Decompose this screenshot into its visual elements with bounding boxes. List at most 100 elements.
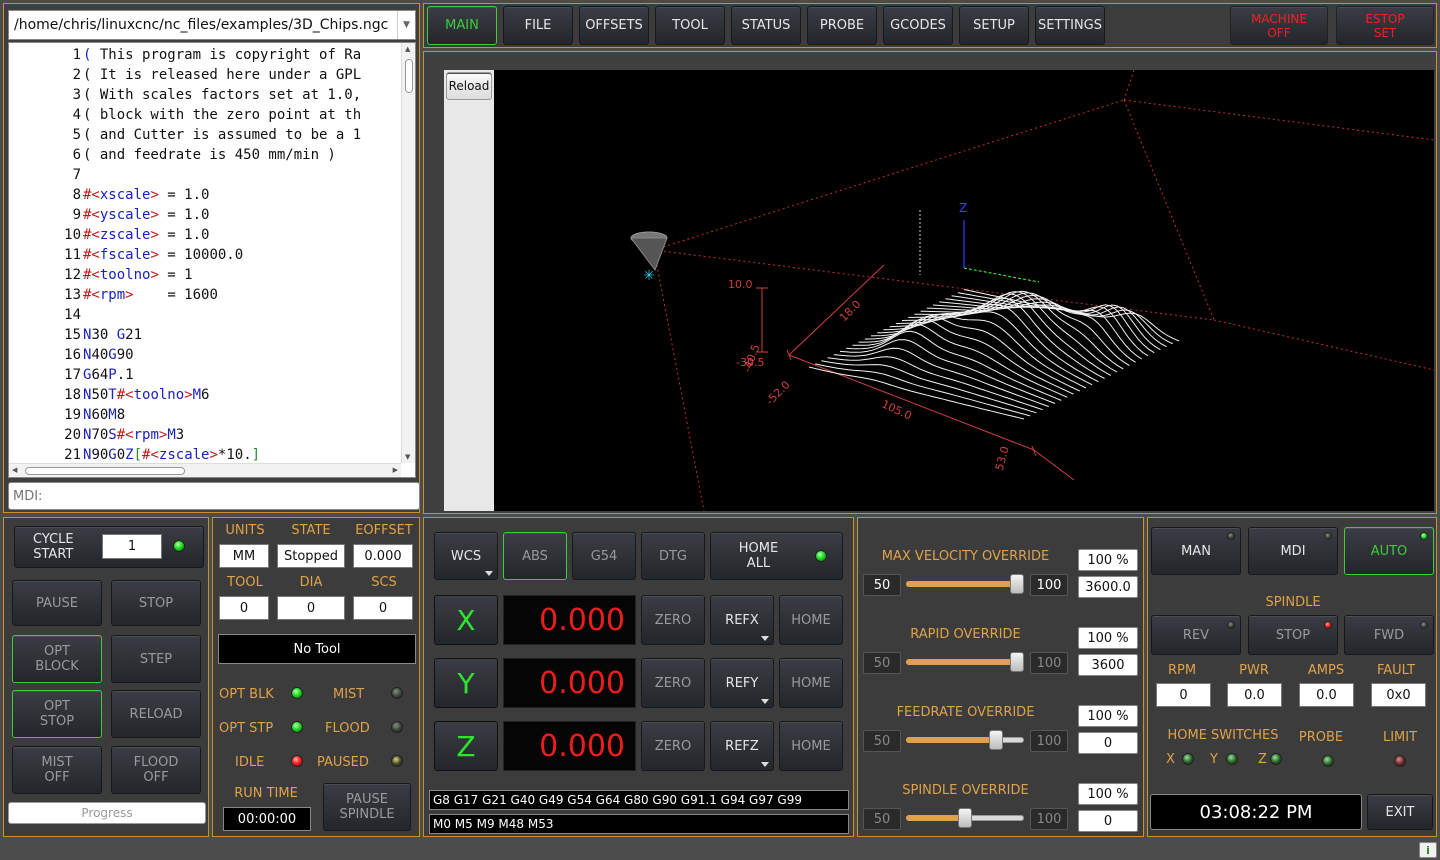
probe-led — [1322, 755, 1334, 767]
code-token: 90 — [116, 347, 134, 363]
code-token: ( With scales factors set at 1.0, — [83, 87, 362, 103]
paused-label: PAUSED — [317, 755, 369, 770]
dtg-button[interactable]: DTG — [641, 532, 705, 580]
opt-stop-button[interactable]: OPT STOP — [12, 690, 102, 738]
rapid-slider-knob[interactable] — [1010, 652, 1024, 672]
ref-y-button[interactable]: REFY — [710, 658, 774, 708]
ref-z-label: REFZ — [725, 738, 759, 754]
estop-button[interactable]: ESTOP SET — [1336, 6, 1434, 45]
max-velocity-max[interactable]: 100 — [1030, 574, 1068, 596]
zero-x-button[interactable]: ZERO — [641, 595, 705, 645]
home-y-button[interactable]: HOME — [779, 658, 843, 708]
max-velocity-percent: 100 % — [1078, 549, 1138, 571]
zero-z-button[interactable]: ZERO — [641, 721, 705, 771]
code-line: #<yscale> = 1.0 — [83, 205, 209, 225]
tab-gcodes[interactable]: GCODES — [883, 6, 953, 45]
mist-off-button[interactable]: MIST OFF — [12, 746, 102, 794]
line-number: 15 — [64, 327, 81, 343]
toolpath-pass — [914, 292, 1130, 367]
wcs-button[interactable]: WCS — [434, 532, 498, 580]
pause-spindle-button[interactable]: PAUSE SPINDLE — [323, 783, 411, 831]
pause-button[interactable]: PAUSE — [12, 580, 102, 626]
spindle-max[interactable]: 100 — [1030, 808, 1068, 830]
arrow-right-icon[interactable]: ▶ — [393, 466, 398, 474]
scroll-thumb[interactable] — [405, 59, 413, 93]
code-token: #< — [83, 227, 100, 243]
h-scroll-thumb[interactable] — [25, 467, 185, 475]
code-token: M — [192, 387, 202, 403]
max-velocity-slider-knob[interactable] — [1010, 574, 1024, 594]
home-x-button[interactable]: HOME — [779, 595, 843, 645]
tab-offsets[interactable]: OFFSETS — [579, 6, 649, 45]
abs-button[interactable]: ABS — [503, 532, 567, 580]
cycle-count-field[interactable]: 1 — [102, 534, 162, 559]
code-token: ( and feedrate is 450 mm/min ) — [83, 147, 336, 163]
axis-z-label[interactable]: Z — [434, 721, 498, 771]
gcode-editor[interactable]: 1( This program is copyright of Ra 2( It … — [8, 42, 416, 478]
stop-button[interactable]: STOP — [111, 580, 201, 626]
ref-y-label: REFY — [725, 675, 759, 691]
tab-settings[interactable]: SETTINGS — [1035, 6, 1105, 45]
arrow-down-icon[interactable]: ▼ — [405, 453, 410, 461]
exit-button[interactable]: EXIT — [1367, 794, 1433, 830]
arrow-left-icon[interactable]: ◀ — [12, 466, 17, 474]
reload-button[interactable]: RELOAD — [111, 690, 201, 738]
info-icon[interactable]: i — [1419, 842, 1437, 858]
step-button[interactable]: STEP — [111, 635, 201, 683]
horizontal-scrollbar[interactable]: ◀ ▶ — [9, 463, 401, 477]
code-line: N50T#<toolno>M6 — [83, 385, 209, 405]
clock: 03:08:22 PM — [1150, 794, 1362, 830]
reload-view-button[interactable]: Reload — [446, 72, 492, 100]
run-time-value: 00:00:00 — [223, 807, 311, 831]
opt-block-button[interactable]: OPT BLOCK — [12, 635, 102, 683]
tab-main[interactable]: MAIN — [427, 6, 497, 45]
man-led — [1227, 532, 1235, 540]
eoffset-label: EOFFSET — [355, 523, 413, 538]
code-token: 60 — [91, 407, 109, 423]
tab-probe[interactable]: PROBE — [807, 6, 877, 45]
dro-x-value: 0.000 — [503, 595, 636, 645]
tab-status[interactable]: STATUS — [731, 6, 801, 45]
spindle-min[interactable]: 50 — [863, 808, 901, 830]
code-line: ( and Cutter is assumed to be a 1 — [83, 125, 361, 145]
max-velocity-min[interactable]: 50 — [863, 574, 901, 596]
g54-button[interactable]: G54 — [572, 532, 636, 580]
code-token: rpm — [133, 427, 159, 443]
dimension-labels: 10.0 -40.5 -30.5 -52.0 105.0 53.0 18.0 — [728, 278, 1012, 472]
toolpath-canvas[interactable]: 10.0 -40.5 -30.5 -52.0 105.0 53.0 18.0 Z… — [494, 70, 1434, 511]
tab-tool[interactable]: TOOL — [655, 6, 725, 45]
code-token: 21 — [125, 327, 143, 343]
spindle-slider-knob[interactable] — [958, 808, 972, 828]
file-selector[interactable]: /home/chris/linuxcnc/nc_files/examples/3… — [8, 10, 416, 40]
probe-label: PROBE — [1298, 730, 1344, 745]
vertical-scrollbar[interactable]: ▲ ▼ — [401, 43, 415, 463]
home-z-button[interactable]: HOME — [779, 721, 843, 771]
spindle-slider-fill — [906, 815, 965, 821]
ref-z-button[interactable]: REFZ — [710, 721, 774, 771]
zero-y-button[interactable]: ZERO — [641, 658, 705, 708]
fault-label: FAULT — [1376, 663, 1416, 678]
rapid-min[interactable]: 50 — [863, 652, 901, 674]
feedrate-min[interactable]: 50 — [863, 730, 901, 752]
axis-y-label[interactable]: Y — [434, 658, 498, 708]
state-value: Stopped — [277, 544, 345, 568]
arrow-up-icon[interactable]: ▲ — [405, 45, 410, 53]
rapid-max[interactable]: 100 — [1030, 652, 1068, 674]
machine-off-button[interactable]: MACHINE OFF — [1230, 6, 1328, 45]
opt-blk-label: OPT BLK — [219, 687, 274, 702]
ref-x-button[interactable]: REFX — [710, 595, 774, 645]
code-token: This program is copyright of Ra — [91, 47, 362, 63]
tab-file[interactable]: FILE — [503, 6, 573, 45]
line-number: 13 — [64, 287, 81, 303]
tool-value: 0 — [219, 596, 269, 620]
flood-off-button[interactable]: FLOOD OFF — [111, 746, 201, 794]
mdi-input[interactable] — [8, 482, 420, 510]
dim-label-7: 18.0 — [837, 298, 864, 325]
chevron-down-icon[interactable]: ▼ — [397, 11, 415, 39]
axis-x-label[interactable]: X — [434, 595, 498, 645]
feedrate-slider-knob[interactable] — [989, 730, 1003, 750]
feedrate-max[interactable]: 100 — [1030, 730, 1068, 752]
tab-setup[interactable]: SETUP — [959, 6, 1029, 45]
amps-label: AMPS — [1307, 663, 1345, 678]
dropdown-arrow-icon — [485, 571, 493, 576]
